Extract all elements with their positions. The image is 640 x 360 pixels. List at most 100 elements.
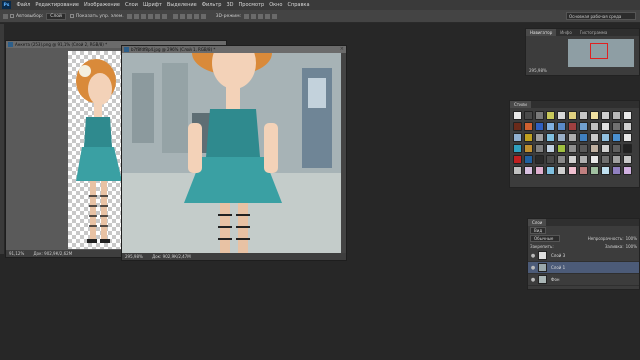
- tab-info[interactable]: Инфо: [556, 29, 575, 36]
- style-swatch[interactable]: [557, 111, 566, 120]
- blend-mode-dropdown[interactable]: Обычные: [530, 234, 561, 242]
- style-swatch[interactable]: [623, 155, 632, 164]
- style-swatch[interactable]: [601, 166, 610, 175]
- style-swatch[interactable]: [579, 155, 588, 164]
- 3d-scale-icon[interactable]: [272, 13, 278, 19]
- menu-image[interactable]: Изображение: [81, 2, 122, 8]
- style-swatch[interactable]: [590, 155, 599, 164]
- layer-row[interactable]: ● Слой 3: [528, 250, 639, 262]
- tab-styles[interactable]: Стили: [510, 101, 531, 108]
- style-swatch[interactable]: [513, 111, 522, 120]
- style-swatch[interactable]: [524, 144, 533, 153]
- tab-histogram[interactable]: Гистограмма: [576, 29, 612, 36]
- align-center-icon[interactable]: [154, 13, 160, 19]
- style-swatch[interactable]: [535, 144, 544, 153]
- 3d-roll-icon[interactable]: [251, 13, 257, 19]
- vertical-scrollbar[interactable]: [341, 53, 346, 255]
- autoselect-checkbox[interactable]: [10, 14, 14, 18]
- layer-filter-dropdown[interactable]: Вид: [530, 226, 547, 234]
- tab-layers[interactable]: Слои: [528, 219, 547, 226]
- style-swatch[interactable]: [601, 122, 610, 131]
- style-swatch[interactable]: [524, 111, 533, 120]
- style-swatch[interactable]: [535, 111, 544, 120]
- style-swatch[interactable]: [612, 144, 621, 153]
- style-swatch[interactable]: [513, 155, 522, 164]
- visibility-eye-icon[interactable]: ●: [530, 277, 536, 283]
- align-left-icon[interactable]: [147, 13, 153, 19]
- visibility-eye-icon[interactable]: ●: [530, 253, 536, 259]
- style-swatch[interactable]: [546, 144, 555, 153]
- style-swatch[interactable]: [579, 111, 588, 120]
- style-swatch[interactable]: [612, 155, 621, 164]
- style-swatch[interactable]: [568, 122, 577, 131]
- style-swatch[interactable]: [612, 111, 621, 120]
- autoselect-dropdown[interactable]: Слой: [46, 12, 66, 20]
- zoom-level-back[interactable]: 91,12%: [9, 251, 24, 256]
- layer-row-selected[interactable]: ● Слой 1: [528, 262, 639, 274]
- style-swatch[interactable]: [601, 133, 610, 142]
- menu-edit[interactable]: Редактирование: [33, 2, 82, 8]
- style-swatch[interactable]: [535, 133, 544, 142]
- style-swatch[interactable]: [557, 133, 566, 142]
- align-bottom-icon[interactable]: [140, 13, 146, 19]
- distribute-icon[interactable]: [172, 13, 178, 19]
- 3d-slide-icon[interactable]: [265, 13, 271, 19]
- distribute-left-icon[interactable]: [193, 13, 199, 19]
- style-swatch[interactable]: [535, 155, 544, 164]
- align-top-icon[interactable]: [126, 13, 132, 19]
- style-swatch[interactable]: [623, 133, 632, 142]
- menu-layers[interactable]: Слои: [122, 2, 140, 8]
- visibility-eye-icon[interactable]: ●: [530, 265, 536, 271]
- style-swatch[interactable]: [546, 122, 555, 131]
- style-swatch[interactable]: [590, 111, 599, 120]
- style-swatch[interactable]: [524, 155, 533, 164]
- style-swatch[interactable]: [623, 122, 632, 131]
- document-tab-front[interactable]: b7f8fdf8p4.jpg @ 296% (Слой 1, RGB/8) * …: [122, 46, 346, 53]
- style-swatch[interactable]: [601, 144, 610, 153]
- transparent-canvas[interactable]: [68, 51, 124, 249]
- style-swatch[interactable]: [557, 122, 566, 131]
- distribute-right-icon[interactable]: [200, 13, 206, 19]
- 3d-rotate-icon[interactable]: [244, 13, 250, 19]
- style-swatch[interactable]: [557, 144, 566, 153]
- style-swatch[interactable]: [601, 155, 610, 164]
- distribute-bottom-icon[interactable]: [186, 13, 192, 19]
- move-tool-icon[interactable]: [3, 13, 8, 19]
- style-swatch[interactable]: [568, 133, 577, 142]
- style-swatch[interactable]: [590, 144, 599, 153]
- tools-panel-edge[interactable]: [0, 24, 4, 254]
- style-swatch[interactable]: [590, 133, 599, 142]
- opacity-value[interactable]: 100%: [626, 236, 637, 241]
- align-right-icon[interactable]: [161, 13, 167, 19]
- layer-row[interactable]: ● Фон: [528, 274, 639, 286]
- style-swatch[interactable]: [524, 122, 533, 131]
- style-swatch[interactable]: [513, 144, 522, 153]
- style-swatch[interactable]: [568, 111, 577, 120]
- style-swatch[interactable]: [623, 111, 632, 120]
- tab-navigator[interactable]: Навигатор: [526, 29, 557, 36]
- menu-view[interactable]: Просмотр: [236, 2, 267, 8]
- zoom-level-front[interactable]: 295,98%: [125, 254, 143, 259]
- photo-canvas[interactable]: [122, 53, 342, 255]
- style-swatch[interactable]: [513, 133, 522, 142]
- style-swatch[interactable]: [535, 166, 544, 175]
- style-swatch[interactable]: [579, 144, 588, 153]
- navigator-zoom[interactable]: 295,98%: [529, 68, 547, 73]
- style-swatch[interactable]: [513, 166, 522, 175]
- style-swatch[interactable]: [546, 166, 555, 175]
- style-swatch[interactable]: [579, 122, 588, 131]
- style-swatch[interactable]: [557, 155, 566, 164]
- style-swatch[interactable]: [568, 166, 577, 175]
- fill-value[interactable]: 100%: [626, 244, 637, 249]
- style-swatch[interactable]: [601, 111, 610, 120]
- style-swatch[interactable]: [524, 166, 533, 175]
- style-swatch[interactable]: [579, 166, 588, 175]
- document-window-front[interactable]: b7f8fdf8p4.jpg @ 296% (Слой 1, RGB/8) * …: [121, 45, 347, 261]
- 3d-drag-icon[interactable]: [258, 13, 264, 19]
- distribute-center-icon[interactable]: [179, 13, 185, 19]
- transform-controls-checkbox[interactable]: [69, 14, 74, 18]
- style-swatch[interactable]: [535, 122, 544, 131]
- navigator-preview[interactable]: [568, 39, 634, 67]
- style-swatch[interactable]: [590, 166, 599, 175]
- style-swatch[interactable]: [546, 155, 555, 164]
